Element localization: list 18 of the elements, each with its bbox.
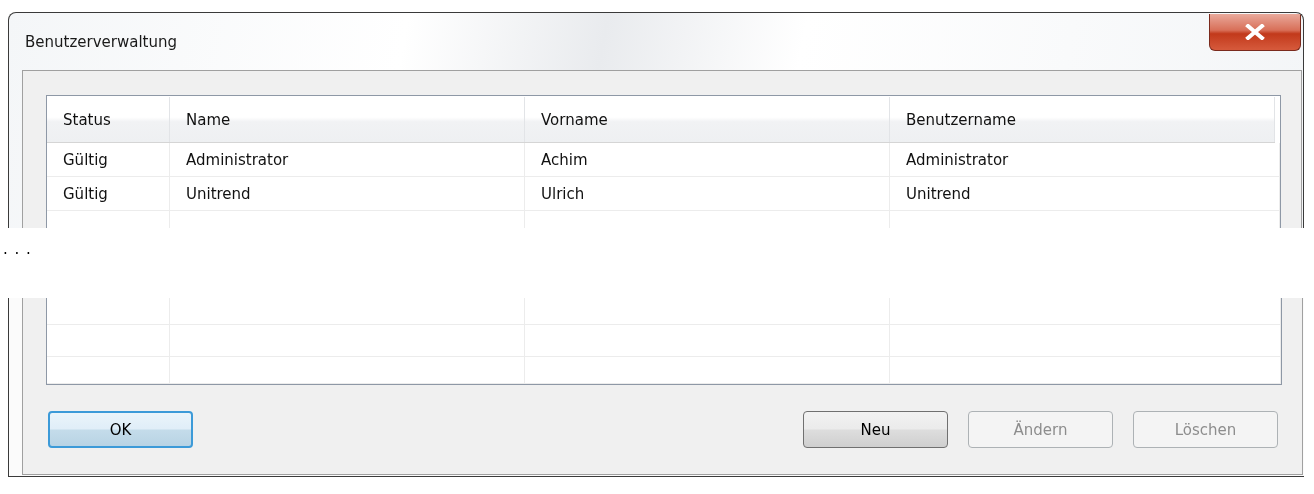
dialog-button[interactable]: OK: [48, 411, 193, 448]
close-button[interactable]: [1209, 14, 1301, 51]
table-cell: Gültig: [63, 150, 108, 169]
table-cell: Unitrend: [186, 184, 251, 203]
window-title: Benutzerverwaltung: [25, 33, 177, 51]
table-cell: Ulrich: [541, 184, 585, 203]
column-header[interactable]: Vorname: [541, 110, 608, 129]
close-icon: [1245, 24, 1265, 40]
table-cell: Achim: [541, 150, 588, 169]
table-cell: Unitrend: [906, 184, 971, 203]
column-header[interactable]: Name: [186, 110, 231, 129]
dialog-button[interactable]: Neu: [803, 411, 948, 448]
table-cell: Administrator: [186, 150, 289, 169]
column-header[interactable]: Benutzername: [906, 110, 1016, 129]
column-header[interactable]: Status: [63, 110, 111, 129]
table-cell: Administrator: [906, 150, 1009, 169]
omission-marker: . . .: [3, 240, 32, 258]
table-cell: Gültig: [63, 184, 108, 203]
